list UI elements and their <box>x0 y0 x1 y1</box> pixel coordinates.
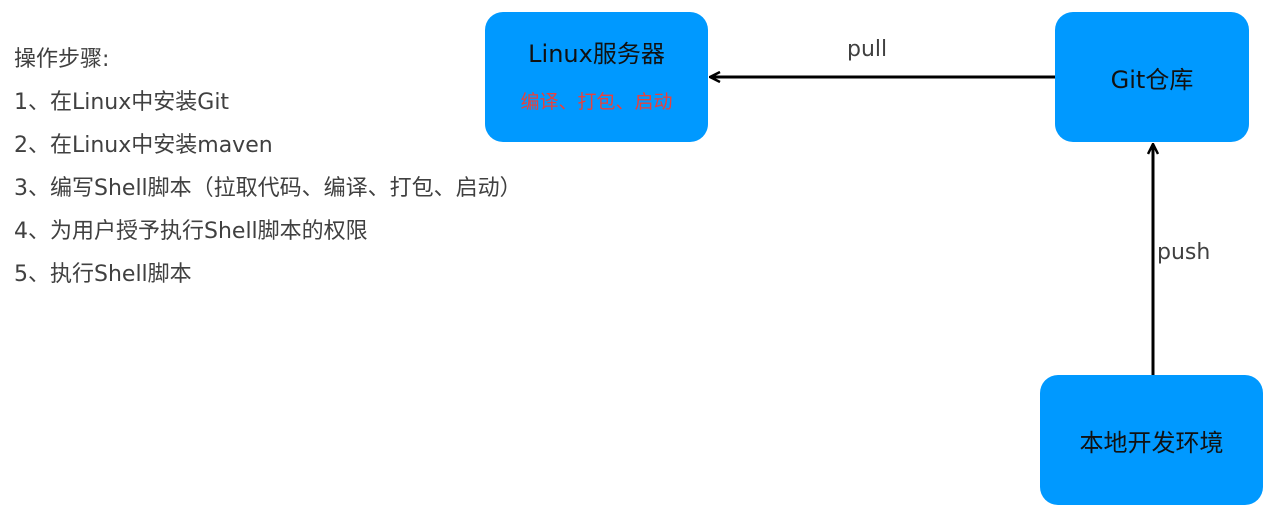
pull-label: pull <box>847 37 888 62</box>
linux-server-node: Linux服务器 编译、打包、启动 <box>485 12 708 142</box>
linux-server-title: Linux服务器 <box>528 40 665 68</box>
linux-server-subtitle: 编译、打包、启动 <box>520 91 673 113</box>
local-dev-title: 本地开发环境 <box>1079 428 1224 457</box>
local-dev-node: 本地开发环境 <box>1040 375 1263 505</box>
git-repo-node: Git仓库 <box>1055 12 1249 142</box>
push-label: push <box>1157 240 1211 265</box>
git-repo-title: Git仓库 <box>1110 65 1194 94</box>
